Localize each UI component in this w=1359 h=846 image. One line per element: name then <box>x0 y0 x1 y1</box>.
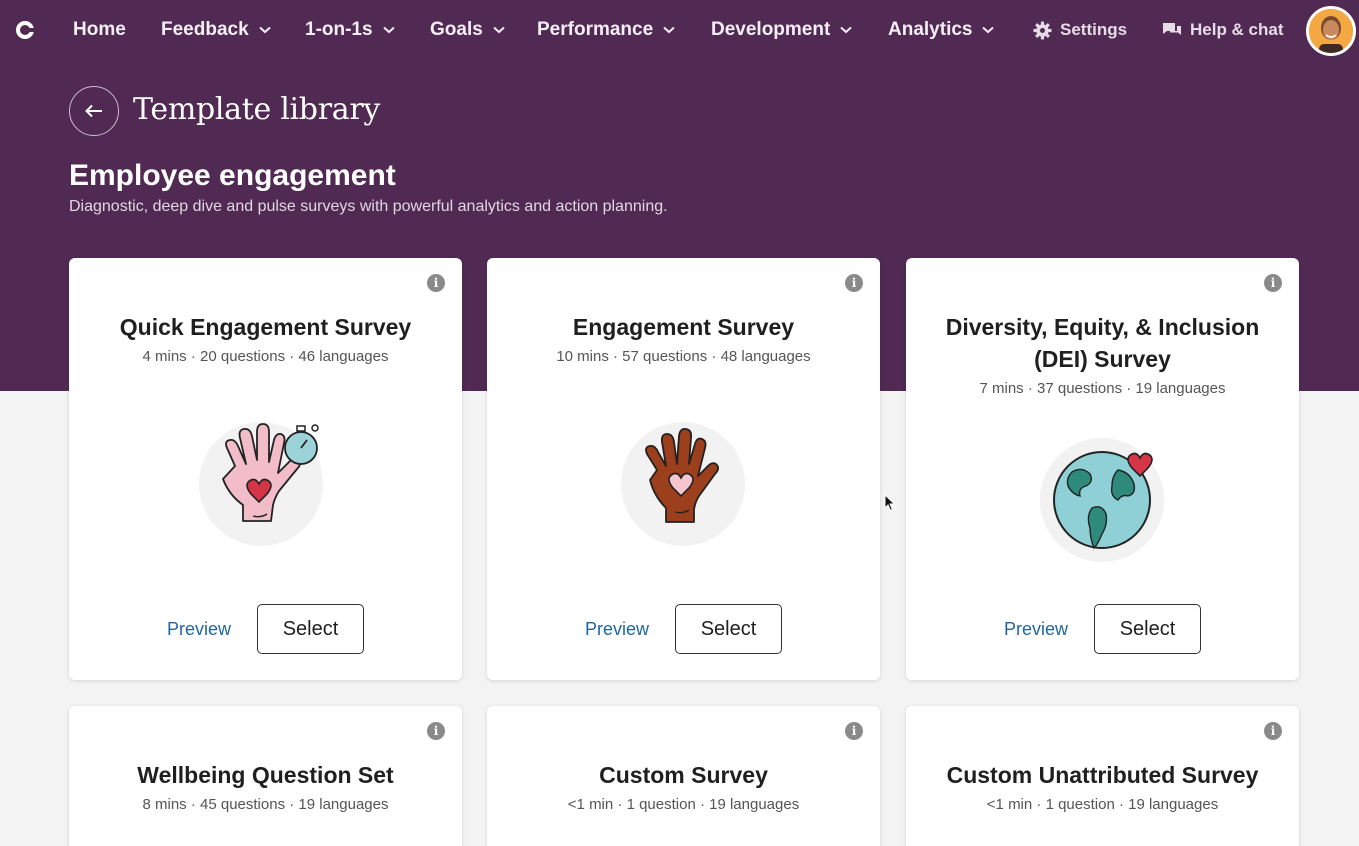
nav-home-label: Home <box>73 19 126 40</box>
card-meta: 8 mins · 45 questions · 19 languages <box>142 796 389 813</box>
info-icon[interactable]: i <box>1264 722 1282 740</box>
preview-link[interactable]: Preview <box>167 619 231 640</box>
globe-heart-icon <box>1040 438 1164 562</box>
hand-heart-icon <box>621 422 745 546</box>
nav-development-label: Development <box>711 19 831 40</box>
user-avatar-icon <box>1309 9 1353 53</box>
template-card-custom-unattributed[interactable]: i Custom Unattributed Survey <1 min · 1 … <box>906 706 1299 846</box>
preview-link[interactable]: Preview <box>585 619 649 640</box>
card-title: Engagement Survey <box>572 314 795 340</box>
nav-help-chat[interactable]: Help & chat <box>1162 18 1284 42</box>
card-actions: Preview Select <box>69 604 462 654</box>
info-icon[interactable]: i <box>845 274 863 292</box>
card-meta: <1 min · 1 question · 19 languages <box>567 796 800 813</box>
nav-1on1s[interactable]: 1-on-1s <box>305 18 395 42</box>
template-card-quick-engagement[interactable]: i Quick Engagement Survey 4 mins · 20 qu… <box>69 258 462 680</box>
avatar[interactable] <box>1306 6 1356 56</box>
nav-1on1s-label: 1-on-1s <box>305 19 373 40</box>
card-actions: Preview Select <box>906 604 1299 654</box>
nav-feedback-label: Feedback <box>161 19 249 40</box>
nav-feedback[interactable]: Feedback <box>161 18 271 42</box>
nav-performance-label: Performance <box>537 19 654 40</box>
select-button[interactable]: Select <box>675 604 783 654</box>
nav-performance[interactable]: Performance <box>537 18 675 42</box>
card-title: Diversity, Equity, & Inclusion (DEI) Sur… <box>945 314 1260 372</box>
nav-analytics-label: Analytics <box>888 19 973 40</box>
card-meta: <1 min · 1 question · 19 languages <box>986 796 1219 813</box>
chevron-down-icon <box>258 26 271 34</box>
card-title: Wellbeing Question Set <box>137 762 394 788</box>
template-card-wellbeing[interactable]: i Wellbeing Question Set 8 mins · 45 que… <box>69 706 462 846</box>
arrow-left-icon <box>85 104 102 118</box>
chat-bubbles-icon <box>1163 23 1181 35</box>
template-card-dei[interactable]: i Diversity, Equity, & Inclusion (DEI) S… <box>906 258 1299 680</box>
app-logo-icon[interactable] <box>14 19 36 41</box>
back-button[interactable] <box>69 86 119 136</box>
nav-goals-label: Goals <box>430 19 483 40</box>
nav-development[interactable]: Development <box>711 18 852 42</box>
template-card-custom[interactable]: i Custom Survey <1 min · 1 question · 19… <box>487 706 880 846</box>
nav-analytics[interactable]: Analytics <box>888 18 995 42</box>
mouse-pointer-icon <box>884 494 896 512</box>
card-meta: 4 mins · 20 questions · 46 languages <box>142 348 389 365</box>
template-card-engagement[interactable]: i Engagement Survey 10 mins · 57 questio… <box>487 258 880 680</box>
chevron-down-icon <box>493 26 505 34</box>
chevron-down-icon <box>840 26 852 34</box>
info-icon[interactable]: i <box>427 274 445 292</box>
chevron-down-icon <box>982 26 995 34</box>
page-title: Template library <box>133 92 381 127</box>
preview-link[interactable]: Preview <box>1004 619 1068 640</box>
card-title: Custom Survey <box>599 762 768 788</box>
nav-goals[interactable]: Goals <box>430 18 505 42</box>
top-navigation: Home Feedback 1-on-1s Goals Performance … <box>0 0 1359 60</box>
chevron-down-icon <box>663 26 675 34</box>
section-description: Diagnostic, deep dive and pulse surveys … <box>69 198 668 215</box>
info-icon[interactable]: i <box>427 722 445 740</box>
card-title: Quick Engagement Survey <box>119 314 412 340</box>
chevron-down-icon <box>382 26 395 34</box>
info-icon[interactable]: i <box>1264 274 1282 292</box>
card-title: Custom Unattributed Survey <box>946 762 1259 788</box>
section-title: Employee engagement <box>69 159 396 192</box>
nav-settings[interactable]: Settings <box>1033 18 1127 42</box>
gear-icon <box>1033 20 1052 40</box>
nav-help-label: Help & chat <box>1190 20 1284 39</box>
card-meta: 10 mins · 57 questions · 48 languages <box>556 348 811 365</box>
card-actions: Preview Select <box>487 604 880 654</box>
nav-settings-label: Settings <box>1060 20 1128 39</box>
card-meta: 7 mins · 37 questions · 19 languages <box>979 380 1226 397</box>
select-button[interactable]: Select <box>257 604 365 654</box>
hand-heart-stopwatch-icon <box>199 422 323 546</box>
select-button[interactable]: Select <box>1094 604 1202 654</box>
nav-home[interactable]: Home <box>73 18 126 42</box>
info-icon[interactable]: i <box>845 722 863 740</box>
